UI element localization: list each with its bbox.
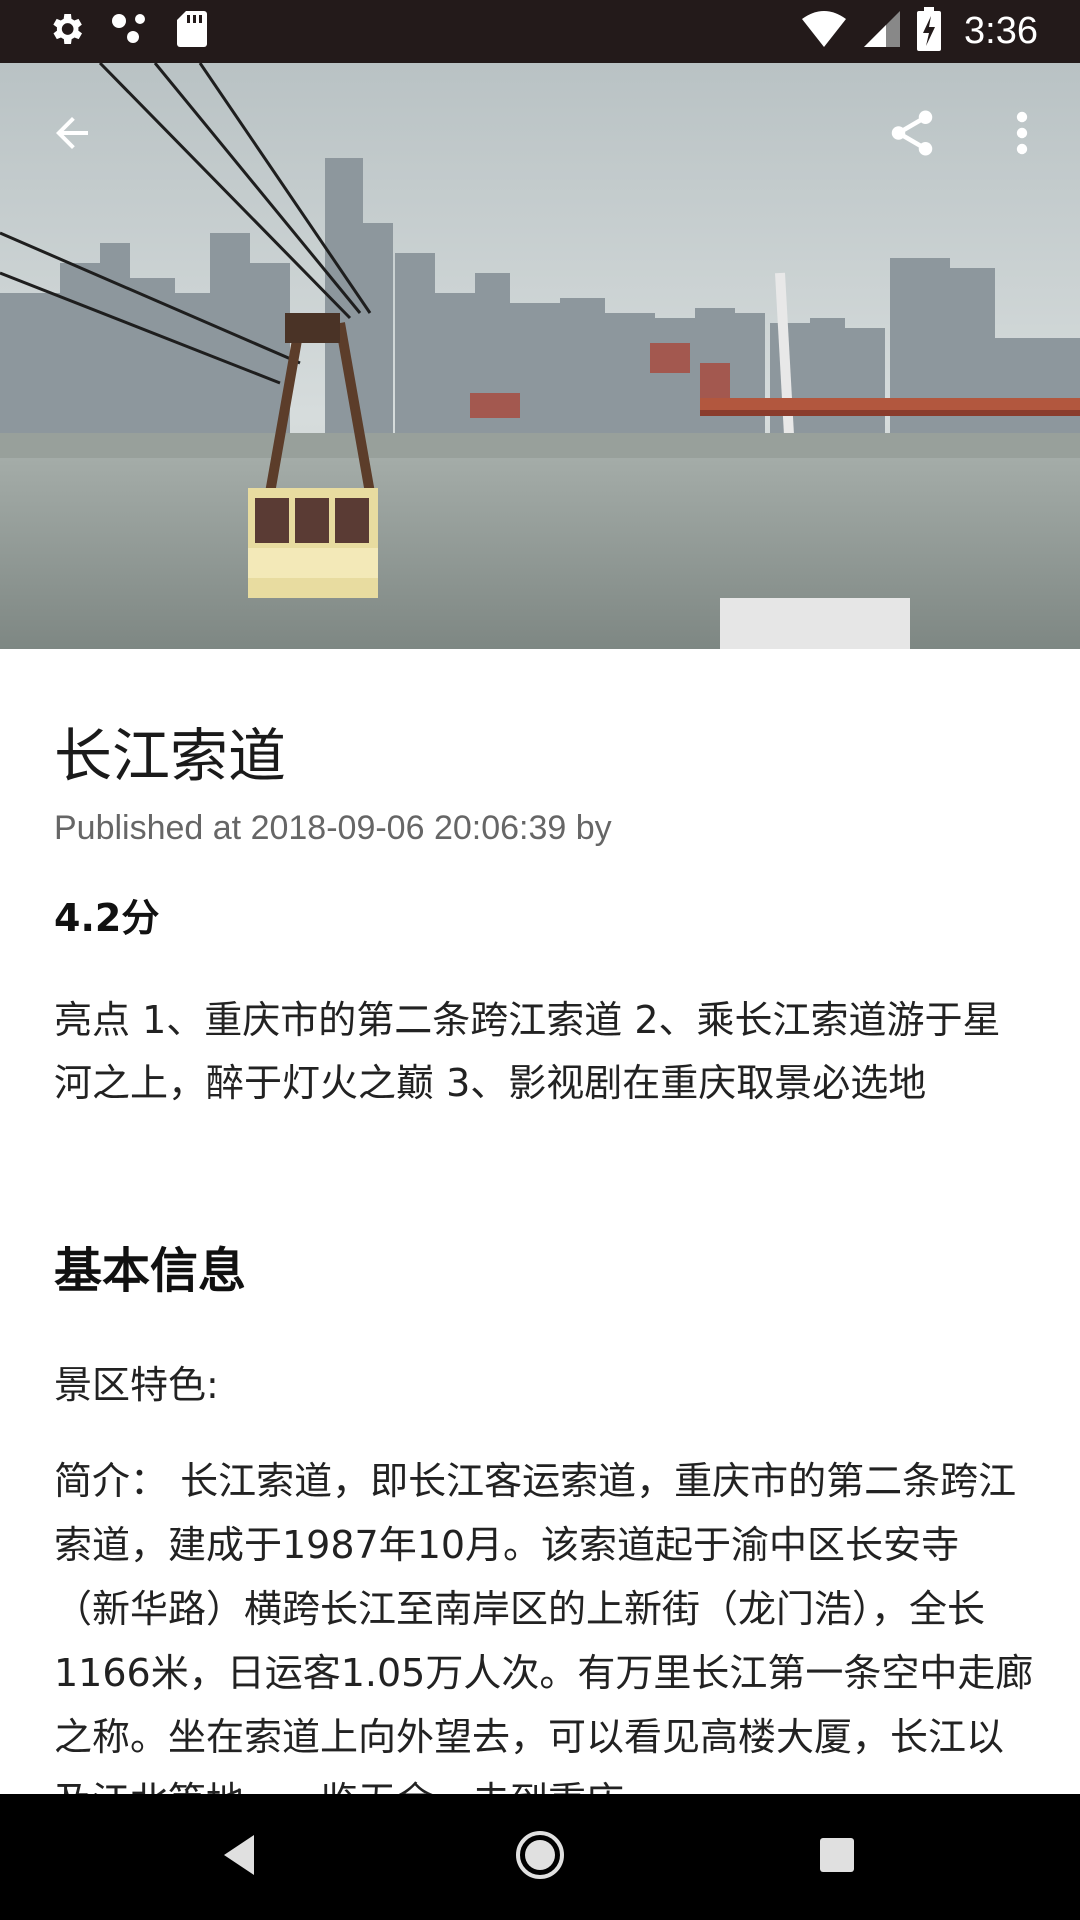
more-options-button[interactable] xyxy=(970,83,1074,187)
highlights-text: 亮点 1、重庆市的第二条跨江索道 2、乘长江索道游于星河之上，醉于灯火之巅 3、… xyxy=(54,998,1001,1105)
share-icon xyxy=(885,106,939,164)
nav-home-button[interactable] xyxy=(500,1817,580,1897)
nav-recents-button[interactable] xyxy=(797,1817,877,1897)
section-title-basic-info: 基本信息 xyxy=(54,1243,247,1299)
nav-back-button[interactable] xyxy=(200,1817,280,1897)
battery-icon xyxy=(916,7,942,55)
navigation-bar xyxy=(0,1794,1080,1920)
published-info: Published at 2018-09-06 20:06:39 by xyxy=(54,809,612,847)
sd-card-icon xyxy=(176,9,208,53)
feature-label: 景区特色: xyxy=(54,1363,219,1407)
wifi-icon xyxy=(800,9,848,53)
signal-icon xyxy=(862,9,902,53)
settings-icon xyxy=(46,9,86,53)
article-title: 长江索道 xyxy=(54,722,287,790)
more-vert-icon xyxy=(1012,109,1032,161)
dots-icon xyxy=(110,9,152,53)
status-bar: 3:36 xyxy=(0,0,1080,63)
back-triangle-icon xyxy=(220,1833,260,1881)
intro-text: 简介： 长江索道，即长江客运索道，重庆市的第二条跨江索道，建成于1987年10月… xyxy=(54,1459,1034,1794)
rating: 4.2分 xyxy=(54,896,160,940)
article-content: 长江索道 Published at 2018-09-06 20:06:39 by… xyxy=(54,649,1034,1794)
back-button[interactable] xyxy=(20,83,124,187)
back-arrow-icon xyxy=(48,109,96,161)
share-button[interactable] xyxy=(860,83,964,187)
recents-square-icon xyxy=(818,1836,856,1878)
home-circle-icon xyxy=(514,1829,566,1885)
status-time: 3:36 xyxy=(964,9,1038,52)
app-bar xyxy=(0,63,1080,211)
